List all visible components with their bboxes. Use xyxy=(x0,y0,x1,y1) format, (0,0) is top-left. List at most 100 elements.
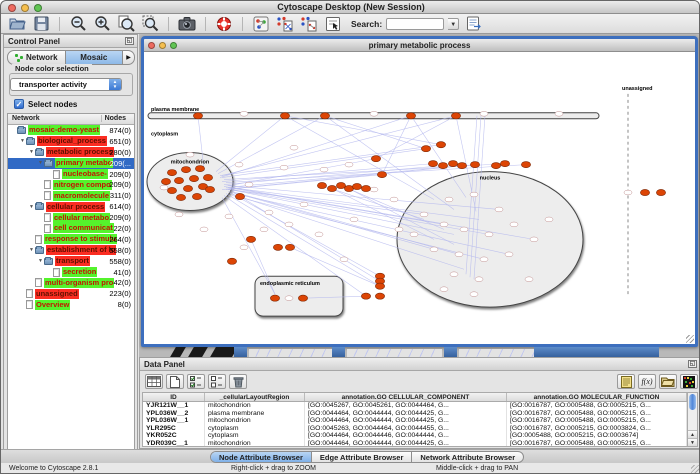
graph-edge xyxy=(220,116,411,178)
network-view-frame[interactable]: primary metabolic process plasma membran… xyxy=(141,36,698,347)
float-panel-icon[interactable]: ◱ xyxy=(125,37,134,45)
tree-row[interactable]: Overview8(0) xyxy=(8,299,134,310)
formula-icon[interactable]: f(x) xyxy=(638,374,656,389)
tree-row[interactable]: ▼transport558(0) xyxy=(8,256,134,267)
tree-node-count: 651(0) xyxy=(109,137,131,146)
background-window[interactable] xyxy=(444,347,457,357)
graph-node-selected xyxy=(181,167,190,173)
tree-row[interactable]: nitrogen compo209(0) xyxy=(8,179,134,190)
table-row[interactable]: YPL036W__1mitochondrion[GO:0044464, GO:0… xyxy=(143,417,687,425)
layout-network-2-icon[interactable] xyxy=(299,15,319,32)
float-panel-icon[interactable]: ◱ xyxy=(688,360,697,368)
window-resize-grip[interactable] xyxy=(691,465,699,473)
tree-row[interactable]: ▼primary metabo209(... xyxy=(8,158,134,169)
tree-row[interactable]: cellular metabo209(0) xyxy=(8,212,134,223)
table-row[interactable]: YJR121W__1mitochondrion[GO:0045267, GO:0… xyxy=(143,402,687,410)
search-input[interactable] xyxy=(386,18,444,30)
column-header[interactable]: ID xyxy=(143,393,205,401)
tree-row[interactable]: ▼establishment of lo558(0) xyxy=(8,245,134,256)
tab-network[interactable]: Network xyxy=(7,50,66,65)
tree-row[interactable]: ▼metabolic process280(0) xyxy=(8,147,134,158)
background-window[interactable] xyxy=(459,348,534,357)
save-session-icon[interactable] xyxy=(31,15,51,32)
tree-expand-arrow[interactable]: ▼ xyxy=(19,138,26,144)
zoom-selected-icon[interactable] xyxy=(140,15,160,32)
tree-header[interactable]: Network Nodes xyxy=(8,114,134,125)
tree-row[interactable]: cell communicat22(0) xyxy=(8,223,134,234)
annotation-icon[interactable] xyxy=(323,15,343,32)
select-nodes-checkbox[interactable]: ✓ xyxy=(14,99,24,109)
snapshot-camera-icon[interactable] xyxy=(177,15,197,32)
attribute-matrix-icon[interactable] xyxy=(680,374,698,389)
tree-row[interactable]: multi-organism pro42(0) xyxy=(8,277,134,288)
table-row[interactable]: YLR295Ccytoplasm[GO:0045263, GO:0044464,… xyxy=(143,425,687,433)
scrollbar-thumb[interactable] xyxy=(689,394,696,410)
zoom-fit-icon[interactable] xyxy=(116,15,136,32)
tree-row[interactable]: ▼biological_process651(0) xyxy=(8,136,134,147)
scroll-up-arrow[interactable]: ▲ xyxy=(688,430,697,438)
background-window[interactable] xyxy=(347,348,442,357)
tab-node-attribute-browser[interactable]: Node Attribute Browser xyxy=(211,452,312,462)
tree-expand-arrow[interactable]: ▼ xyxy=(37,258,44,264)
graph-node xyxy=(445,197,453,202)
tree-row[interactable]: ▼cellular process614(0) xyxy=(8,201,134,212)
column-header[interactable]: annotation.GO CELLULAR_COMPONENT xyxy=(305,393,507,401)
tree-expand-arrow[interactable]: ▼ xyxy=(37,160,44,166)
background-window[interactable] xyxy=(170,347,186,357)
tab-network-attribute-browser[interactable]: Network Attribute Browser xyxy=(412,452,523,462)
layout-network-1-icon[interactable] xyxy=(275,15,295,32)
tree-row[interactable]: mosaic-demo-yeast874(0) xyxy=(8,125,134,136)
zoom-in-icon[interactable] xyxy=(92,15,112,32)
column-header[interactable]: _cellularLayoutRegion xyxy=(205,393,305,401)
window-titlebar[interactable]: Cytoscape Desktop (New Session) xyxy=(1,1,700,14)
select-attributes-icon[interactable] xyxy=(187,374,205,389)
table-row[interactable]: YKR052Ccytoplasm[GO:0044464, GO:0044446,… xyxy=(143,432,687,440)
column-header[interactable]: annotation.GO MOLECULAR_FUNCTION xyxy=(507,393,687,401)
tree-node-count: 614(0) xyxy=(109,202,131,211)
attribute-table-icon[interactable] xyxy=(145,374,163,389)
tree-item-label: nucleobase- xyxy=(62,169,108,179)
background-window[interactable] xyxy=(534,347,659,357)
tree-row[interactable]: nucleobase-209(0) xyxy=(8,169,134,180)
graph-edge xyxy=(285,116,441,145)
node-color-select[interactable]: transporter activity ▲▼ xyxy=(10,78,122,91)
tree-row[interactable]: secretion41(0) xyxy=(8,267,134,278)
background-window[interactable] xyxy=(234,347,247,357)
tab-mosaic[interactable]: Mosaic xyxy=(66,50,124,65)
tree-row[interactable]: response to stimulu264(0) xyxy=(8,234,134,245)
tree-row[interactable]: macromolecule311(0) xyxy=(8,190,134,201)
tab-edge-attribute-browser[interactable]: Edge Attribute Browser xyxy=(312,452,412,462)
attribute-notes-icon[interactable] xyxy=(617,374,635,389)
graph-node-selected xyxy=(167,169,176,175)
new-attribute-icon[interactable] xyxy=(166,374,184,389)
graph-node xyxy=(545,217,553,222)
tree-expand-arrow[interactable]: ▼ xyxy=(28,149,35,155)
tab-overflow-arrow[interactable]: ▶ xyxy=(123,50,135,65)
help-lifesaver-icon[interactable] xyxy=(214,15,234,32)
network-frame-titlebar[interactable]: primary metabolic process xyxy=(144,39,695,52)
frame-resize-grip[interactable] xyxy=(686,335,694,343)
tree-row[interactable]: unassigned223(0) xyxy=(8,288,134,299)
table-row[interactable]: YDR039C__1mitochondrion[GO:0044464, GO:0… xyxy=(143,440,687,447)
tree-expand-arrow[interactable]: ▼ xyxy=(28,247,35,253)
import-attributes-icon[interactable] xyxy=(659,374,677,389)
background-window[interactable] xyxy=(249,348,332,357)
delete-attribute-icon[interactable] xyxy=(229,374,247,389)
search-report-icon[interactable] xyxy=(463,15,483,32)
background-window[interactable] xyxy=(332,347,345,357)
graph-node-selected xyxy=(436,142,445,148)
tree-expand-arrow[interactable]: ▼ xyxy=(28,204,35,210)
vizmapper-icon[interactable] xyxy=(251,15,271,32)
network-canvas[interactable]: plasma membranecytoplasmmitochondrionnuc… xyxy=(144,52,695,344)
table-row[interactable]: YPL036W__2plasma membrane[GO:0044464, GO… xyxy=(143,410,687,418)
scroll-down-arrow[interactable]: ▼ xyxy=(688,438,697,446)
open-file-icon[interactable] xyxy=(7,15,27,32)
graph-node xyxy=(340,257,348,262)
table-scrollbar[interactable]: ▲ ▼ xyxy=(687,392,698,447)
search-dropdown-arrow[interactable]: ▼ xyxy=(448,18,459,30)
unselect-attributes-icon[interactable] xyxy=(208,374,226,389)
tree-node-count: 264(0) xyxy=(109,235,131,244)
zoom-out-icon[interactable] xyxy=(68,15,88,32)
background-window[interactable] xyxy=(188,347,208,357)
graph-node xyxy=(370,111,378,116)
